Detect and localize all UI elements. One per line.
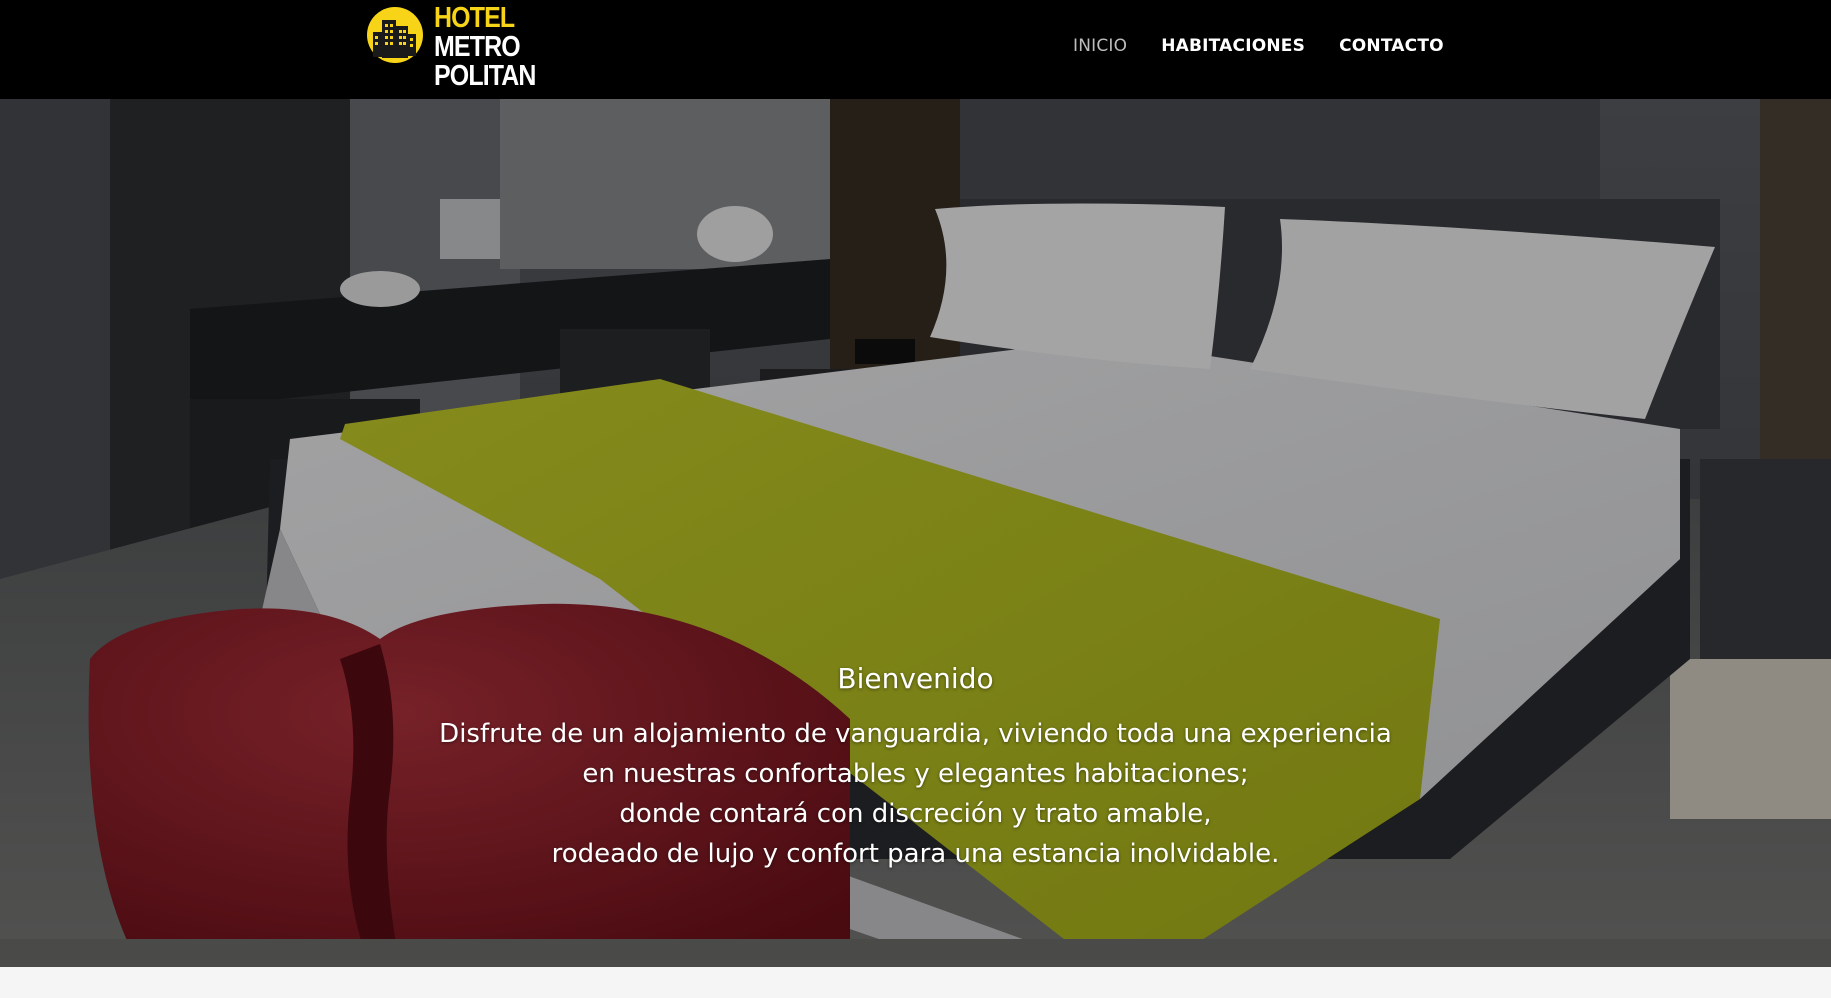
nav-item-inicio[interactable]: INICIO xyxy=(1073,36,1127,56)
hotel-logo[interactable]: HOTEL METRO POLITAN xyxy=(366,4,566,96)
hero-line: Disfrute de un alojamiento de vanguardia… xyxy=(439,719,1392,749)
hero-banner: Bienvenido Disfrute de un alojamiento de… xyxy=(0,99,1831,967)
hero-line: en nuestras confortables y elegantes hab… xyxy=(582,759,1249,789)
main-nav: INICIO HABITACIONES CONTACTO xyxy=(1073,36,1444,56)
hero-title: Bienvenido xyxy=(837,662,994,695)
hero-line: donde contará con discreción y trato ama… xyxy=(619,799,1212,829)
nav-item-habitaciones[interactable]: HABITACIONES xyxy=(1161,36,1305,56)
page: HOTEL METRO POLITAN INICIO HABITACIONES … xyxy=(0,0,1831,998)
hero-description: Disfrute de un alojamiento de vanguardia… xyxy=(0,714,1831,874)
logo-line: POLITAN xyxy=(434,60,536,92)
building-emblem-icon xyxy=(367,7,423,63)
nav-item-contacto[interactable]: CONTACTO xyxy=(1339,36,1444,56)
page-bottom-strip xyxy=(0,967,1831,998)
hero-text-block: Bienvenido Disfrute de un alojamiento de… xyxy=(0,662,1831,874)
logo-wordmark: HOTEL METRO POLITAN xyxy=(434,4,536,91)
site-header: HOTEL METRO POLITAN INICIO HABITACIONES … xyxy=(0,0,1831,99)
logo-line: METRO xyxy=(434,31,521,63)
logo-line: HOTEL xyxy=(434,2,515,34)
hero-line: rodeado de lujo y confort para una estan… xyxy=(551,839,1280,869)
